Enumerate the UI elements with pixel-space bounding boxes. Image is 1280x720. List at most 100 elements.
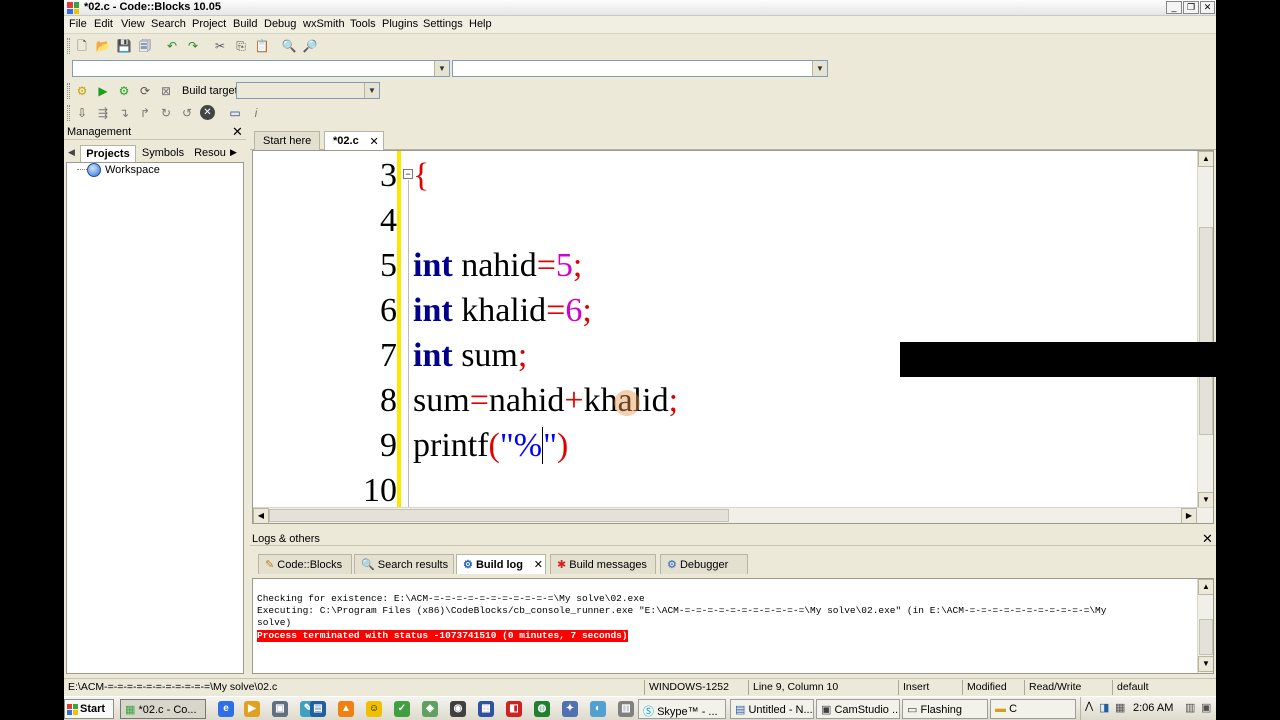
cut-icon[interactable]: ✂ [212,38,228,54]
debug-step-out-icon[interactable]: ↱ [137,105,153,121]
debug-step-into-icon[interactable]: ↴ [116,105,132,121]
copy-icon[interactable]: ⎘ [233,38,249,54]
task-codeblocks[interactable]: ▦ *02.c - Co... [120,699,206,719]
menu-plugins[interactable]: Plugins [382,18,418,30]
menu-tools[interactable]: Tools [350,18,376,30]
tab-scroll-right-icon[interactable]: ▶ [230,147,237,158]
close-icon[interactable]: ✕ [1202,531,1213,547]
menu-debug[interactable]: Debug [264,18,296,30]
rebuild-icon[interactable]: ⟳ [137,83,153,99]
start-button[interactable]: Start [64,699,114,719]
function-combo[interactable]: ▼ [452,60,828,77]
save-icon[interactable]: 💾 [116,38,132,54]
debug-run-to-cursor-icon[interactable]: ⇩ [74,105,90,121]
menu-settings[interactable]: Settings [423,18,463,30]
app-icon[interactable]: ◉ [450,701,466,717]
close-icon[interactable]: ✕ [232,124,243,140]
clock[interactable]: 2:06 AM [1133,702,1173,714]
paste-icon[interactable]: 📋 [254,38,270,54]
vlc-icon[interactable]: ▲ [338,701,354,717]
scope-combo[interactable]: ▼ [72,60,450,77]
run-icon[interactable]: ▶ [95,83,111,99]
network-icon[interactable]: ▤ [310,701,326,717]
debug-step-instruction-icon[interactable]: ↺ [179,105,195,121]
debug-next-instruction-icon[interactable]: ↻ [158,105,174,121]
task-flashing[interactable]: ▭ Flashing [902,699,988,719]
tab-resources[interactable]: Resou [190,145,230,162]
app-icon[interactable]: ◈ [422,701,438,717]
scroll-down-icon[interactable]: ▼ [1198,492,1213,508]
build-and-run-icon[interactable]: ⚙ [116,83,132,99]
editor-horizontal-scrollbar[interactable]: ◀ ▶ [253,507,1213,523]
scroll-thumb[interactable] [269,509,729,522]
task-notepad[interactable]: ▤ Untitled - N... [730,699,814,719]
tab-symbols[interactable]: Symbols [138,145,188,162]
debug-next-line-icon[interactable]: ⇶ [95,105,111,121]
open-file-icon[interactable]: 📂 [95,38,111,54]
tray-app-icon[interactable]: ◨ [1099,701,1109,714]
media-player-icon[interactable]: ▶ [244,701,260,717]
app-icon[interactable]: ▦ [478,701,494,717]
tab-scroll-left-icon[interactable]: ◀ [68,147,75,158]
scroll-right-icon[interactable]: ▶ [1181,508,1197,523]
ie-icon[interactable]: e [218,701,234,717]
project-tree[interactable]: Workspace [66,162,244,674]
save-all-icon[interactable]: 🗐 [137,38,153,54]
abort-icon[interactable]: ⊠ [158,83,174,99]
tab-start-here[interactable]: Start here [254,131,321,150]
task-skype[interactable]: Ⓢ Skype™ - ... [638,699,726,719]
app-icon[interactable]: ◍ [534,701,550,717]
tab-codeblocks-log[interactable]: ✎ Code::Blocks [258,554,352,574]
tab-02c[interactable]: *02.c ✕ [324,131,384,150]
menu-build[interactable]: Build [233,18,257,30]
menu-edit[interactable]: Edit [94,18,113,30]
tab-projects[interactable]: Projects [80,145,136,162]
new-file-icon[interactable]: 🗋 [74,38,90,54]
menu-help[interactable]: Help [469,18,492,30]
replace-icon[interactable]: 🔎 [302,38,318,54]
check-icon[interactable]: ✓ [394,701,410,717]
menu-search[interactable]: Search [151,18,186,30]
tray-expand-icon[interactable]: ⋀ [1085,701,1093,712]
restore-button[interactable]: ❐ [1183,1,1199,14]
scroll-up-icon[interactable]: ▲ [1198,151,1213,167]
tab-build-messages[interactable]: ✱ Build messages [550,554,656,574]
undo-icon[interactable]: ↶ [164,38,180,54]
scroll-up-icon[interactable]: ▲ [1198,579,1213,595]
build-target-combo[interactable]: ▼ [236,82,380,99]
tab-build-log[interactable]: ⚙ Build log ✕ [456,554,546,574]
build-gear-icon[interactable]: ⚙ [74,83,90,99]
tray-network-icon[interactable]: ▦ [1115,701,1125,714]
find-icon[interactable]: 🔍 [281,38,297,54]
app-icon[interactable]: ▥ [618,701,634,717]
menu-file[interactable]: File [69,18,87,30]
log-vertical-scrollbar[interactable]: ▲ ▼ [1197,579,1213,673]
scroll-thumb[interactable] [1199,619,1213,655]
debug-stop-icon[interactable]: ✕ [200,105,215,120]
scroll-thumb[interactable] [1199,227,1213,435]
close-tab-icon[interactable]: ✕ [534,558,543,571]
cmd-icon[interactable]: ▣ [272,701,288,717]
debug-windows-icon[interactable]: ▭ [227,105,243,121]
task-folder-c[interactable]: ▬ C [990,699,1076,719]
app-icon[interactable]: ✦ [562,701,578,717]
editor-vertical-scrollbar[interactable]: ▲ ▼ [1197,151,1213,509]
app-icon[interactable]: ◧ [506,701,522,717]
fold-minus-icon[interactable]: − [403,169,413,179]
task-camstudio[interactable]: ▣ CamStudio ... [816,699,900,719]
scroll-down-icon[interactable]: ▼ [1198,656,1213,672]
minimize-button[interactable]: _ [1166,1,1182,14]
menu-view[interactable]: View [121,18,145,30]
tab-search-results[interactable]: 🔍 Search results [354,554,454,574]
tree-item-workspace[interactable]: Workspace [105,164,160,176]
debug-info-icon[interactable]: i [248,105,264,121]
scroll-left-icon[interactable]: ◀ [253,508,269,523]
show-desktop-icon[interactable]: ▣ [1201,701,1211,714]
menu-wxsmith[interactable]: wxSmith [303,18,345,30]
tray-app-icon[interactable]: ▥ [1185,701,1195,714]
close-tab-icon[interactable]: ✕ [369,135,378,148]
tab-debugger[interactable]: ⚙ Debugger [660,554,748,574]
close-button[interactable]: ✕ [1200,1,1215,14]
menu-project[interactable]: Project [192,18,226,30]
app-icon[interactable]: ◐ [590,701,606,717]
